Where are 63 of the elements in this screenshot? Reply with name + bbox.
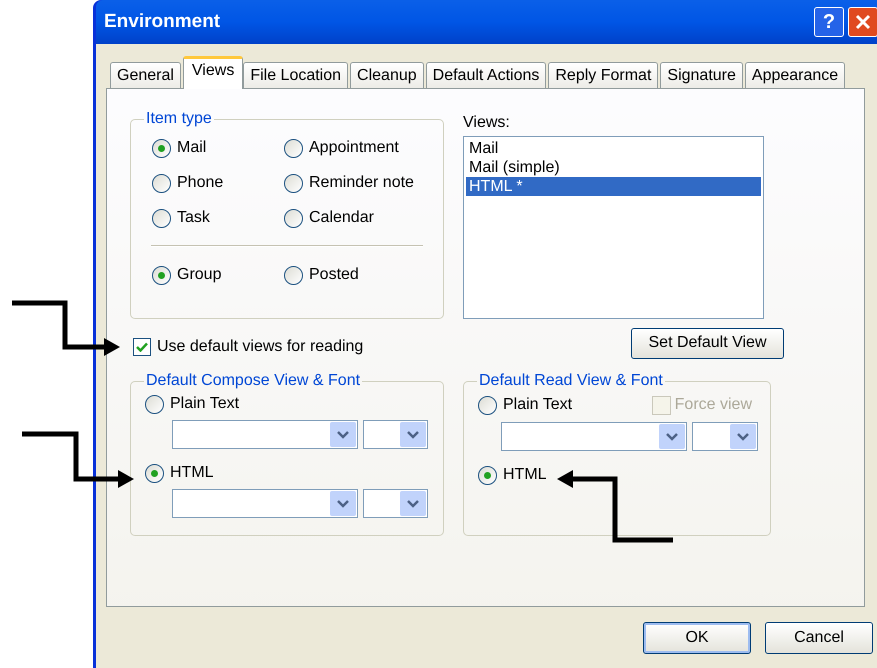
radio-label: Phone: [177, 173, 224, 193]
radio-button[interactable]: [284, 174, 303, 192]
ok-button[interactable]: OK: [643, 622, 751, 654]
set-default-view-button[interactable]: Set Default View: [631, 328, 784, 358]
tab[interactable]: Signature: [660, 62, 743, 88]
radio-button[interactable]: [145, 464, 164, 482]
radio-label: Mail: [177, 138, 206, 158]
tab[interactable]: File Location: [243, 62, 348, 88]
radio-label: Posted: [309, 265, 359, 285]
dropdown[interactable]: [172, 420, 358, 449]
radio-label: Plain Text: [170, 394, 240, 414]
check-icon: [136, 342, 148, 352]
radio-button[interactable]: [478, 396, 497, 414]
chevron-down-icon: [337, 500, 349, 508]
radio-label: Reminder note: [309, 173, 414, 193]
chevron-down-icon: [737, 432, 749, 440]
radio-label: Plain Text: [503, 395, 572, 415]
help-button[interactable]: ?: [814, 7, 844, 37]
radio-label: HTML: [503, 465, 547, 485]
chevron-down-icon: [666, 432, 678, 440]
views-label: Views:: [463, 113, 511, 133]
checkbox-label: Use default views for reading: [157, 337, 364, 357]
radio-label: Calendar: [309, 208, 374, 228]
window-title: Environment: [104, 10, 222, 34]
tab[interactable]: Default Actions: [426, 62, 546, 88]
radio-button[interactable]: [152, 174, 171, 192]
radio-label: Group: [177, 265, 222, 285]
radio-label: Task: [177, 208, 210, 228]
radio-button[interactable]: [284, 138, 303, 158]
close-button[interactable]: [848, 7, 877, 37]
radio-button[interactable]: [284, 208, 303, 228]
dropdown[interactable]: [172, 489, 358, 518]
dropdown[interactable]: [363, 489, 428, 518]
dropdown[interactable]: [692, 422, 758, 451]
radio-button[interactable]: [152, 266, 171, 284]
view-list-item[interactable]: Mail (simple): [466, 158, 761, 177]
group-title: Default Read View & Font: [478, 371, 664, 391]
radio-label: HTML: [170, 463, 214, 483]
radio-button[interactable]: [284, 266, 303, 284]
radio-button[interactable]: [145, 394, 164, 414]
close-icon: [855, 14, 871, 30]
dropdown[interactable]: [501, 422, 687, 451]
chevron-down-icon: [407, 430, 419, 438]
tab[interactable]: Reply Format: [548, 62, 658, 88]
chevron-down-icon: [337, 430, 349, 438]
view-list-item[interactable]: HTML *: [466, 177, 761, 196]
chevron-down-icon: [407, 500, 419, 508]
tab[interactable]: Views: [182, 56, 244, 89]
tab[interactable]: Cleanup: [350, 62, 424, 88]
radio-button[interactable]: [152, 138, 171, 158]
cancel-button[interactable]: Cancel: [765, 622, 873, 654]
tab[interactable]: Appearance: [744, 62, 846, 88]
radio-button[interactable]: [152, 208, 171, 228]
group-title: Item type: [145, 109, 213, 129]
group-title: Default Compose View & Font: [145, 371, 362, 391]
radio-button[interactable]: [478, 466, 497, 484]
checkbox-label: Force view: [674, 395, 752, 415]
radio-label: Appointment: [309, 138, 399, 158]
dropdown[interactable]: [363, 420, 428, 449]
tab[interactable]: General: [110, 62, 181, 88]
checkbox[interactable]: [133, 338, 151, 356]
view-list-item[interactable]: Mail: [466, 139, 761, 158]
views-list[interactable]: Mail Mail (simple) HTML *: [463, 136, 764, 319]
